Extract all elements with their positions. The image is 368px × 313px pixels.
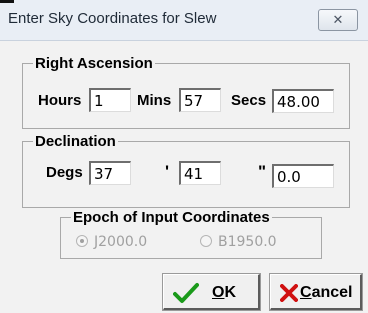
arcsec-field[interactable]: 0.0 [272,164,334,188]
radio-j2000[interactable]: J2000.0 [76,234,147,250]
radio-b1950[interactable]: B1950.0 [200,234,277,250]
hours-field[interactable]: 1 [89,88,131,112]
window-title: Enter Sky Coordinates for Slew [8,10,217,27]
degs-field[interactable]: 37 [89,161,131,185]
secs-label: Secs [231,92,267,109]
arcmin-symbol: ' [165,162,170,181]
ok-label: OK [212,284,237,301]
arcsec-symbol: " [258,162,267,181]
mins-label: Mins [137,92,172,109]
title-bar-edge [0,0,14,3]
degs-label: Degs [46,164,83,181]
cancel-label: Cancel [300,284,353,301]
arcmin-field[interactable]: 41 [179,161,221,185]
close-button[interactable]: ✕ [318,9,358,31]
epoch-legend: Epoch of Input Coordinates [73,209,270,226]
radio-unselected-icon [200,235,212,247]
secs-field[interactable]: 48.00 [272,89,334,113]
x-icon [280,284,298,307]
ok-button[interactable]: OK [163,274,260,310]
cancel-button[interactable]: Cancel [270,274,362,310]
close-icon: ✕ [332,12,344,27]
mins-field[interactable]: 57 [179,88,221,112]
declination-legend: Declination [35,133,116,150]
dialog-client: Right Ascension Hours 1 Mins 57 Secs 48.… [0,41,368,313]
radio-b1950-label: B1950.0 [218,234,277,250]
radio-j2000-label: J2000.0 [94,234,148,250]
checkmark-icon [173,282,199,309]
hours-label: Hours [38,92,82,109]
right-ascension-legend: Right Ascension [35,55,153,72]
title-bar: Enter Sky Coordinates for Slew ✕ [0,0,368,41]
radio-selected-icon [76,235,88,247]
